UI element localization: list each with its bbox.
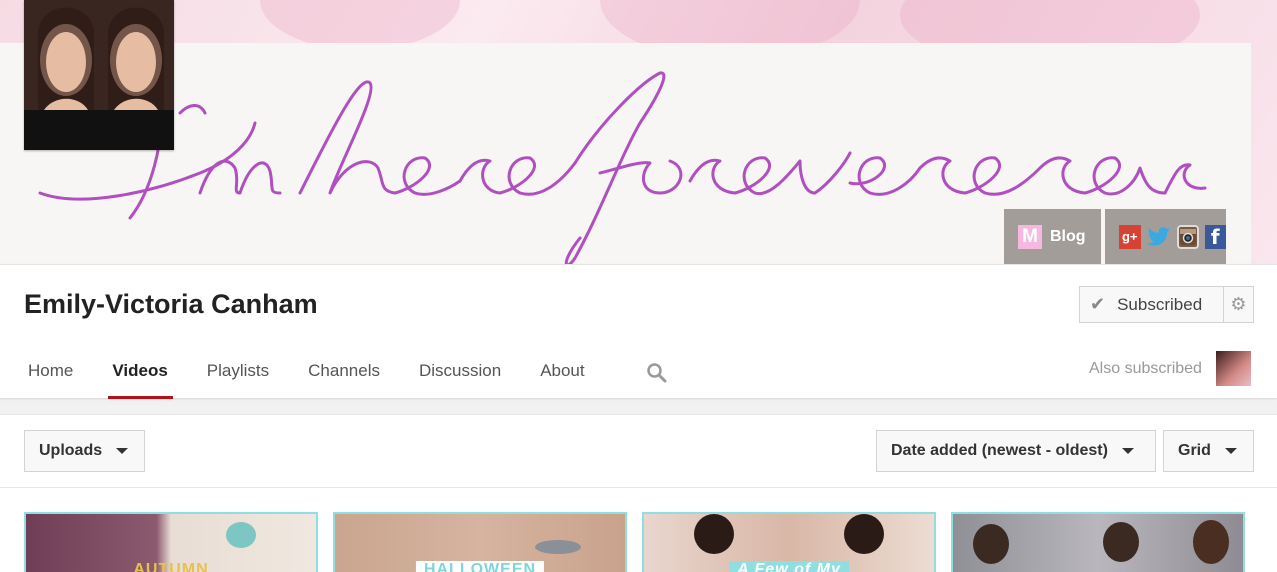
videos-section: Uploads Date added (newest - oldest) Gri…	[0, 414, 1277, 572]
tab-home[interactable]: Home	[28, 361, 73, 399]
channel-banner: M Blog g+ f	[0, 0, 1277, 264]
divider	[0, 487, 1277, 488]
view-dropdown[interactable]: Grid	[1163, 430, 1254, 472]
tab-channels[interactable]: Channels	[308, 361, 380, 399]
sort-label: Date added (newest - oldest)	[891, 442, 1108, 459]
gplus-icon[interactable]: g+	[1119, 224, 1141, 249]
instagram-icon[interactable]	[1176, 224, 1199, 249]
subscribed-button[interactable]: ✔ Subscribed	[1079, 286, 1224, 323]
tab-videos[interactable]: Videos	[108, 361, 174, 399]
subscribed-label: Subscribed	[1117, 294, 1203, 314]
tab-discussion[interactable]: Discussion	[419, 361, 501, 399]
search-icon[interactable]	[646, 362, 668, 384]
social-links: g+ f	[1105, 209, 1226, 264]
sort-dropdown[interactable]: Date added (newest - oldest)	[876, 430, 1156, 472]
chevron-down-icon	[116, 448, 129, 454]
lips-graphic	[535, 540, 581, 554]
channel-avatar[interactable]	[24, 0, 174, 150]
video-thumbnail[interactable]: A Few of My	[642, 512, 936, 572]
video-caption: HALLOWEEN	[415, 561, 545, 572]
heart-icon	[226, 522, 256, 548]
video-caption: AUTUMN	[133, 561, 209, 572]
channel-header: Emily-Victoria Canham ✔ Subscribed ⚙ Hom…	[0, 264, 1277, 399]
person-graphic	[973, 524, 1009, 564]
facebook-icon[interactable]: f	[1204, 224, 1226, 249]
video-thumbnail[interactable]: HALLOWEEN	[333, 512, 627, 572]
gear-icon: ⚙	[1230, 294, 1247, 314]
subscription-settings-button[interactable]: ⚙	[1223, 286, 1254, 323]
chevron-down-icon	[1224, 448, 1237, 454]
view-label: Grid	[1178, 442, 1211, 459]
uploads-label: Uploads	[39, 442, 103, 459]
blog-link[interactable]: M Blog	[1004, 209, 1101, 264]
tab-playlists[interactable]: Playlists	[207, 361, 269, 399]
chevron-down-icon	[1121, 448, 1134, 454]
tab-about[interactable]: About	[540, 361, 584, 399]
blog-label: Blog	[1050, 227, 1086, 245]
blog-m-icon: M	[1018, 224, 1042, 249]
also-subscribed-avatar[interactable]	[1216, 351, 1251, 386]
channel-title[interactable]: Emily-Victoria Canham	[24, 289, 318, 320]
person-graphic	[844, 514, 884, 554]
checkmark-icon: ✔	[1090, 294, 1106, 314]
person-graphic	[1103, 522, 1139, 562]
person-graphic	[1193, 520, 1229, 564]
video-thumbnail[interactable]: AUTUMN	[24, 512, 318, 572]
channel-tabs: Home Videos Playlists Channels Discussio…	[28, 361, 585, 399]
also-subscribed-label: Also subscribed	[1089, 360, 1202, 377]
video-thumbnail[interactable]	[951, 512, 1245, 572]
video-caption: A Few of My	[729, 561, 849, 572]
twitter-icon[interactable]	[1146, 225, 1171, 249]
uploads-dropdown[interactable]: Uploads	[24, 430, 145, 472]
person-graphic	[694, 514, 734, 554]
